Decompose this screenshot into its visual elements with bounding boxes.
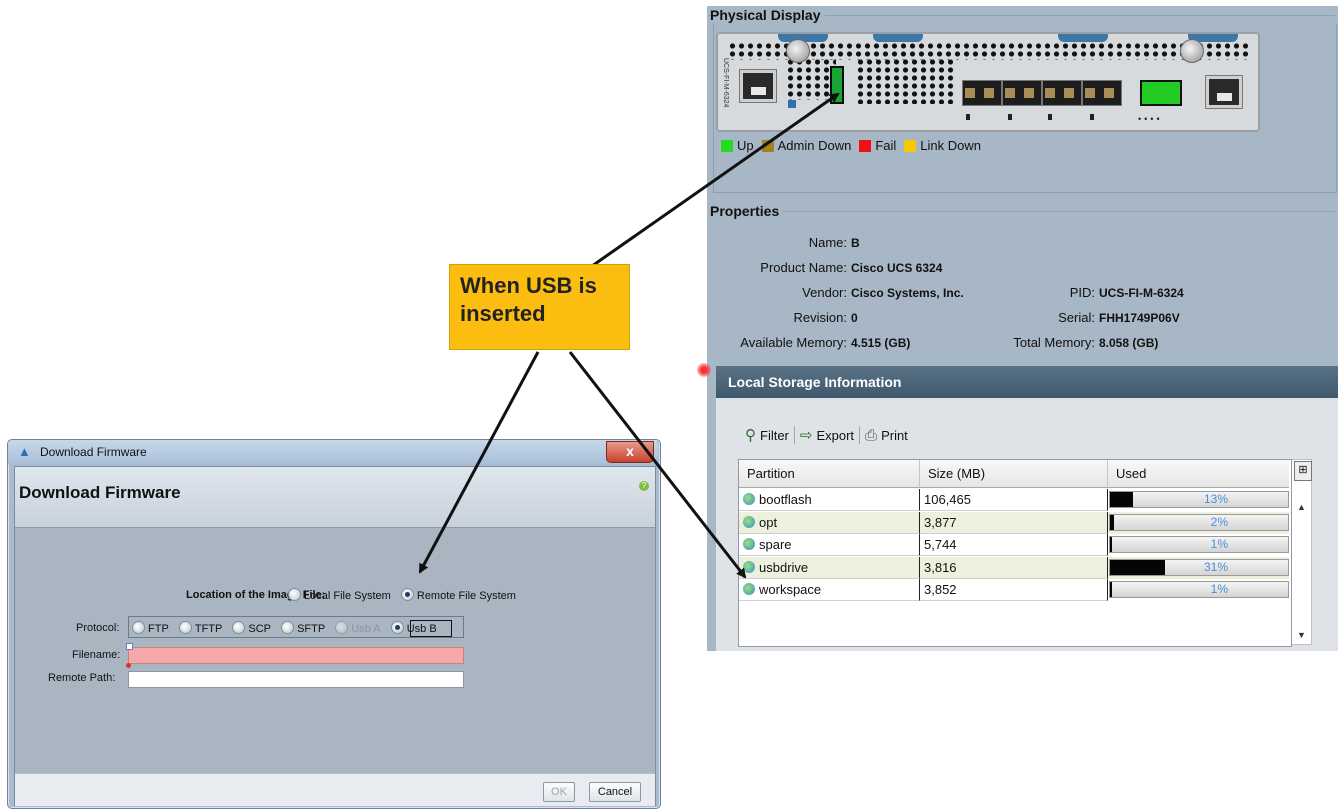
callout-line-2: inserted xyxy=(460,301,546,326)
arrow-to-usb-b-option xyxy=(418,351,540,574)
arrow-to-usbdrive-row xyxy=(568,351,747,579)
arrow-to-usb-port xyxy=(591,92,840,268)
callout-line-1: When USB is xyxy=(460,273,597,298)
annotation-arrows xyxy=(418,92,840,579)
callout-box: When USB is inserted xyxy=(449,264,630,350)
